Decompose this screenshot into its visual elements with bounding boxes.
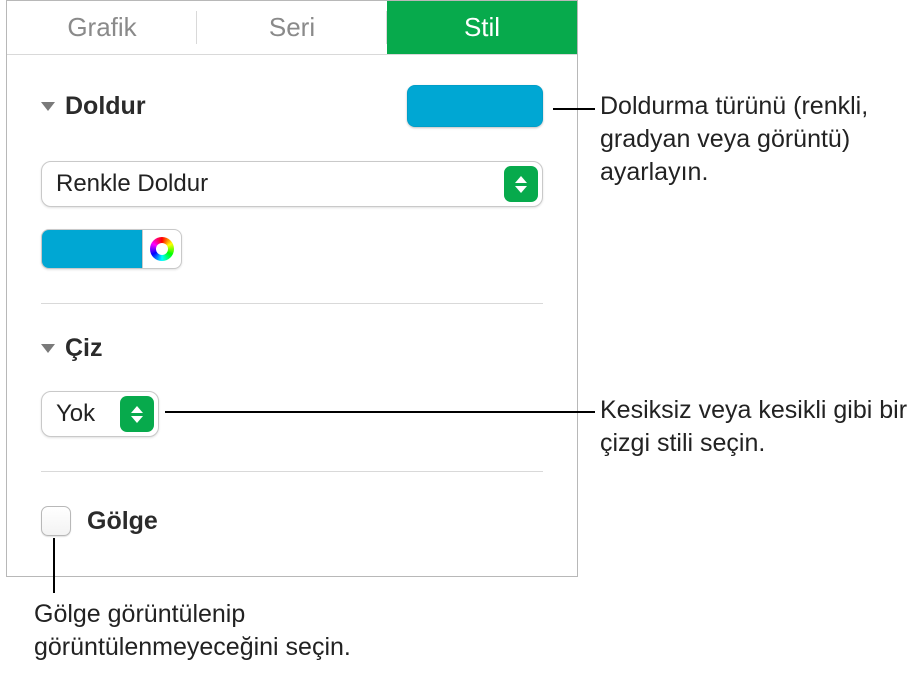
tab-stil-label: Stil (464, 12, 500, 43)
callout-line (553, 108, 595, 110)
tab-stil[interactable]: Stil (387, 1, 577, 54)
stroke-header-label: Çiz (65, 334, 103, 363)
tab-grafik[interactable]: Grafik (7, 1, 197, 54)
color-picker-button[interactable] (142, 229, 182, 269)
fill-type-value: Renkle Doldur (56, 170, 208, 198)
stroke-style-popup[interactable]: Yok (41, 391, 159, 437)
shadow-row: Gölge (7, 506, 577, 536)
fill-header-row: Doldur (41, 85, 543, 127)
divider (41, 471, 543, 472)
fill-color-well[interactable] (407, 85, 543, 127)
fill-header-label: Doldur (65, 92, 146, 121)
fill-header[interactable]: Doldur (41, 92, 146, 121)
popup-stepper-icon (504, 166, 538, 202)
fill-section: Doldur Renkle Doldur (7, 85, 577, 269)
format-sidebar: Grafik Seri Stil Doldur Renkle Doldur (6, 0, 578, 577)
disclosure-icon (41, 102, 55, 111)
callout-line (53, 538, 55, 593)
stroke-section: Çiz Yok (7, 334, 577, 437)
tab-bar: Grafik Seri Stil (7, 1, 577, 55)
tab-grafik-label: Grafik (67, 12, 136, 43)
callout-stroke: Kesiksiz veya kesikli gibi bir çizgi sti… (600, 394, 910, 460)
fill-color-row (41, 229, 543, 269)
disclosure-icon (41, 344, 55, 353)
callout-shadow: Gölge görüntülenip görüntülenmeyeceğini … (34, 598, 434, 664)
fill-color-swatch[interactable] (41, 229, 142, 269)
fill-type-popup[interactable]: Renkle Doldur (41, 161, 543, 207)
callout-line (165, 411, 595, 413)
stroke-header[interactable]: Çiz (41, 334, 543, 363)
divider (41, 303, 543, 304)
shadow-label: Gölge (87, 507, 158, 536)
callout-fill: Doldurma türünü (renkli, gradyan veya gö… (600, 90, 900, 189)
popup-stepper-icon (120, 396, 154, 432)
tab-seri[interactable]: Seri (197, 1, 387, 54)
stroke-style-value: Yok (56, 400, 95, 428)
color-wheel-icon (150, 237, 174, 261)
shadow-checkbox[interactable] (41, 506, 71, 536)
tab-seri-label: Seri (269, 12, 315, 43)
